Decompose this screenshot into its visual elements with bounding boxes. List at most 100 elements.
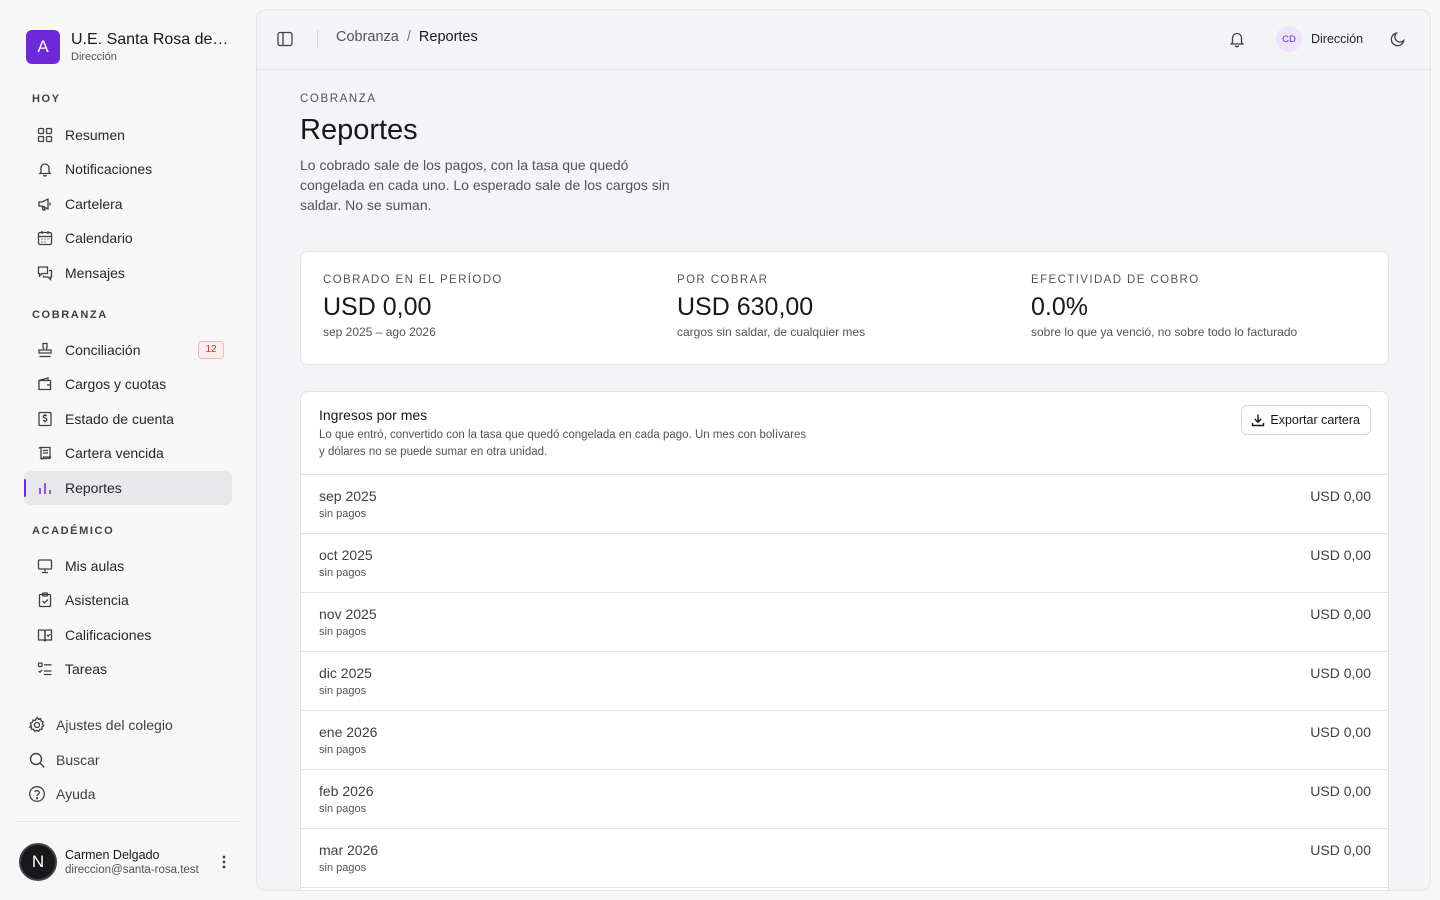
page-eyebrow: COBRANZA — [300, 93, 377, 105]
stat-value: 0.0% — [1031, 293, 1088, 321]
gear-icon — [28, 716, 46, 734]
month-note: sin pagos — [319, 626, 367, 638]
sidebar-item-label: Tareas — [65, 661, 108, 678]
card-header: Ingresos por mes Lo que entró, convertid… — [301, 392, 1388, 475]
sidebar-item-mensajes[interactable]: Mensajes — [24, 256, 232, 290]
export-button[interactable]: Exportar cartera — [1241, 405, 1371, 435]
section-label: ACADÉMICO — [32, 525, 115, 537]
breadcrumb-current: Reportes — [418, 29, 478, 45]
sidebar-item-asistencia[interactable]: Asistencia — [24, 583, 232, 617]
user-name: Carmen Delgado — [65, 847, 160, 862]
sidebar-item-ayuda[interactable]: Ayuda — [0, 777, 256, 812]
org-switcher[interactable]: A U.E. Santa Rosa de Lima Dirección — [26, 30, 231, 64]
bell-icon[interactable] — [1228, 30, 1246, 48]
stat-subtext: sep 2025 – ago 2026 — [323, 325, 436, 339]
org-logo: A — [26, 30, 60, 64]
topbar-divider — [317, 30, 318, 48]
month-amount: USD 0,00 — [1310, 842, 1371, 858]
sidebar-item-label: Reportes — [65, 479, 122, 496]
presentation-icon — [37, 558, 53, 574]
list-todo-icon — [37, 661, 53, 677]
stat-label: COBRADO EN EL PERÍODO — [323, 274, 503, 286]
list-item: feb 2026 sin pagos USD 0,00 — [301, 770, 1388, 829]
sidebar-item-mis-aulas[interactable]: Mis aulas — [24, 549, 232, 583]
sidebar-item-calendario[interactable]: Calendario — [24, 221, 232, 255]
sidebar-item-label: Calificaciones — [65, 626, 152, 643]
nav-section-cobranza: COBRANZA Conciliación 12 Cargos y cuotas… — [0, 307, 256, 505]
sidebar-divider — [16, 821, 241, 822]
sidebar-item-cartelera[interactable]: Cartelera — [24, 187, 232, 221]
user-email: direccion@santa-rosa.test — [65, 863, 199, 876]
stat-value: USD 630,00 — [677, 293, 814, 321]
sidebar-item-label: Cargos y cuotas — [65, 376, 167, 393]
account-label: Dirección — [1311, 32, 1364, 46]
section-label: COBRANZA — [32, 309, 108, 321]
stat-label: POR COBRAR — [677, 274, 769, 286]
month-amount: USD 0,00 — [1310, 547, 1371, 563]
bar-chart-icon — [37, 480, 53, 496]
sidebar-item-label: Conciliación — [65, 341, 141, 358]
download-icon — [1251, 413, 1265, 427]
stat-efectividad: EFECTIVIDAD DE COBRO 0.0% sobre lo que y… — [1031, 274, 1297, 339]
month-list: sep 2025 sin pagos USD 0,00 oct 2025 sin… — [301, 475, 1388, 888]
sidebar-item-label: Ayuda — [56, 786, 96, 803]
grid-icon — [37, 127, 53, 143]
month-amount: USD 0,00 — [1310, 606, 1371, 622]
scroll-icon — [37, 445, 53, 461]
user-card[interactable]: N Carmen Delgado direccion@santa-rosa.te… — [19, 843, 239, 881]
sidebar-item-ajustes[interactable]: Ajustes del colegio — [0, 708, 256, 743]
sidebar-toggle-icon[interactable] — [276, 30, 294, 48]
stamp-icon — [37, 342, 53, 358]
month-note: sin pagos — [319, 508, 367, 520]
month-name: ene 2026 — [319, 724, 378, 740]
page-description: Lo cobrado sale de los pagos, con la tas… — [300, 157, 670, 213]
receipt-dollar-icon — [37, 411, 53, 427]
stats-card: COBRADO EN EL PERÍODO USD 0,00 sep 2025 … — [300, 251, 1389, 365]
month-note: sin pagos — [319, 862, 367, 874]
sidebar-item-reportes[interactable]: Reportes — [24, 470, 232, 505]
moon-icon[interactable] — [1389, 30, 1407, 48]
sidebar-item-label: Mensajes — [65, 264, 125, 281]
breadcrumb-parent[interactable]: Cobranza — [336, 29, 399, 45]
month-amount: USD 0,00 — [1310, 724, 1371, 740]
org-name: U.E. Santa Rosa de Lima — [71, 30, 231, 48]
sidebar-item-estado-cuenta[interactable]: Estado de cuenta — [24, 402, 232, 436]
sidebar-item-notificaciones[interactable]: Notificaciones — [24, 152, 232, 186]
month-name: dic 2025 — [319, 665, 372, 681]
stat-cobrado: COBRADO EN EL PERÍODO USD 0,00 sep 2025 … — [323, 274, 503, 339]
month-name: oct 2025 — [319, 547, 373, 563]
page-title: Reportes — [300, 114, 418, 146]
sidebar-item-calificaciones[interactable]: Calificaciones — [24, 618, 232, 652]
nav-section-hoy: HOY Resumen Notificaciones Cartelera Cal… — [0, 91, 256, 290]
sidebar-item-cargos[interactable]: Cargos y cuotas — [24, 367, 232, 401]
more-vertical-icon[interactable] — [219, 853, 229, 871]
sidebar-item-buscar[interactable]: Buscar — [0, 743, 256, 778]
avatar: CD — [1276, 26, 1302, 52]
stat-por-cobrar: POR COBRAR USD 630,00 cargos sin saldar,… — [677, 274, 865, 339]
month-name: mar 2026 — [319, 842, 379, 858]
month-note: sin pagos — [319, 567, 367, 579]
sidebar-item-label: Ajustes del colegio — [56, 717, 173, 734]
month-amount: USD 0,00 — [1310, 665, 1371, 681]
sidebar-item-tareas[interactable]: Tareas — [24, 652, 232, 686]
sidebar-item-label: Cartelera — [65, 195, 123, 212]
month-note: sin pagos — [319, 685, 367, 697]
month-amount: USD 0,00 — [1310, 783, 1371, 799]
sidebar-item-cartera-vencida[interactable]: Cartera vencida — [24, 436, 232, 470]
month-name: sep 2025 — [319, 488, 377, 504]
search-icon — [28, 751, 46, 769]
month-note: sin pagos — [319, 803, 367, 815]
month-name: nov 2025 — [319, 606, 377, 622]
megaphone-icon — [37, 196, 53, 212]
clipboard-check-icon — [37, 592, 53, 608]
account-menu[interactable]: CD Dirección — [1276, 26, 1363, 52]
card-title: Ingresos por mes — [319, 407, 428, 423]
sidebar-item-label: Notificaciones — [65, 161, 153, 178]
sidebar: A U.E. Santa Rosa de Lima Dirección HOY … — [0, 0, 256, 900]
sidebar-footer-nav: Ajustes del colegio Buscar Ayuda — [0, 708, 256, 812]
sidebar-item-label: Estado de cuenta — [65, 410, 174, 427]
sidebar-item-resumen[interactable]: Resumen — [24, 118, 232, 152]
sidebar-item-label: Buscar — [56, 751, 100, 768]
sidebar-item-conciliacion[interactable]: Conciliación 12 — [24, 333, 232, 367]
sidebar-item-label: Resumen — [65, 126, 125, 143]
